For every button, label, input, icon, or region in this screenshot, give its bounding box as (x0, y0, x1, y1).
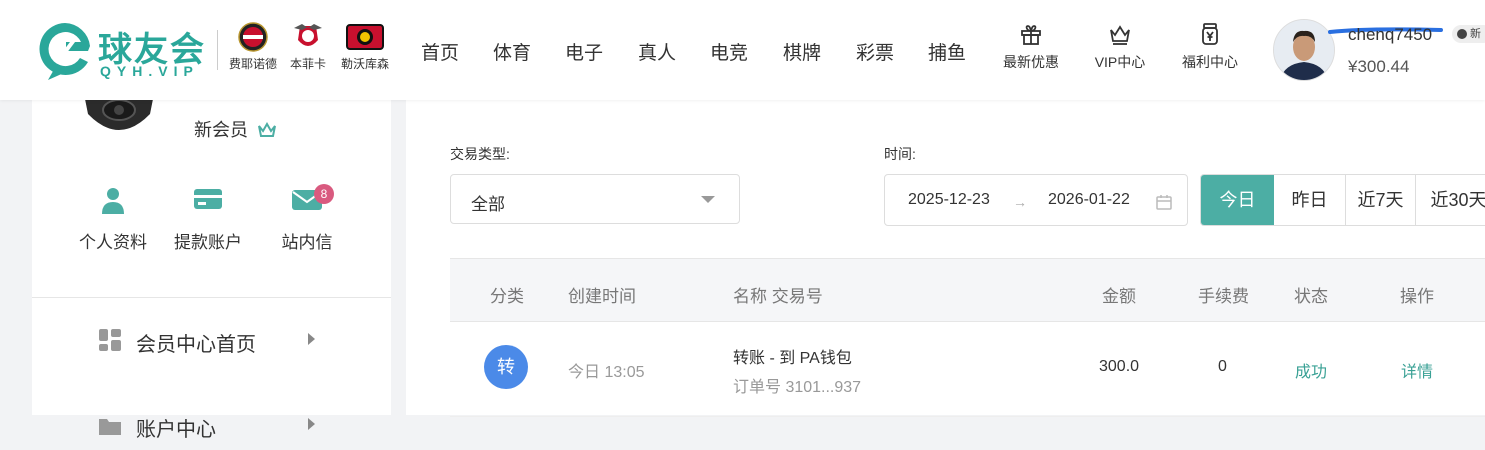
club-benfica[interactable]: 本菲卡 (278, 22, 338, 72)
category-badge: 转 (484, 345, 528, 389)
range-7days-button[interactable]: 近7天 (1346, 175, 1416, 225)
col-name-txn: 名称 交易号 (733, 287, 823, 306)
quick-withdraw-account[interactable]: 提款账户 (163, 186, 253, 253)
chevron-right-icon (308, 418, 315, 430)
quick-inbox[interactable]: 8 站内信 (262, 184, 352, 253)
row-amount: 300.0 (1099, 358, 1140, 375)
promotions-label: 最新优惠 (1003, 54, 1059, 70)
avatar[interactable] (1273, 19, 1335, 81)
crown-level-icon (258, 121, 276, 137)
benfica-crest-icon (294, 24, 322, 46)
card-icon (194, 189, 222, 209)
logo-mark-icon (39, 23, 90, 80)
club-label: 勒沃库森 (340, 57, 389, 71)
user-photo-icon (1274, 20, 1334, 80)
transaction-type-select[interactable]: 全部 (450, 174, 740, 224)
range-today-button[interactable]: 今日 (1201, 175, 1274, 225)
transaction-type-value: 全部 (471, 195, 505, 214)
quick-inbox-label: 站内信 (281, 233, 333, 252)
gift-icon (1021, 25, 1041, 45)
username: chenq7450 (1348, 25, 1433, 44)
nav-item-cards[interactable]: 棋牌 (783, 38, 821, 65)
quick-profile[interactable]: 个人资料 (68, 186, 158, 253)
sidebar-item-account-center[interactable]: 账户中心 (32, 400, 391, 450)
row-name: 转账 - 到 PA钱包 (733, 350, 852, 367)
badge-dot-icon (1457, 29, 1467, 39)
feyenoord-crest-icon (238, 22, 268, 52)
col-fee: 手续费 (1198, 287, 1249, 306)
brand-subtitle: QYH.VIP (100, 63, 199, 79)
new-badge[interactable]: 新 (1452, 25, 1485, 43)
member-emblem-icon (84, 94, 154, 130)
col-created-time: 创建时间 (568, 287, 636, 306)
date-end-input[interactable]: 2026-01-22 (1048, 191, 1130, 209)
nav-item-home[interactable]: 首页 (421, 38, 459, 65)
quick-range-group: 今日 昨日 近7天 近30天 (1200, 174, 1485, 226)
wallet-balance: ¥300.44 (1348, 57, 1410, 76)
row-detail-link[interactable]: 详情 (1401, 358, 1433, 382)
club-label: 费耶诺德 (228, 57, 277, 71)
vip-center-label: VIP中心 (1094, 54, 1146, 70)
quick-profile-label: 个人资料 (79, 233, 147, 252)
range-yesterday-button[interactable]: 昨日 (1274, 175, 1346, 225)
inbox-count-badge: 8 (314, 184, 334, 204)
folder-icon (99, 419, 121, 435)
club-label: 本菲卡 (289, 57, 326, 71)
sidebar-item-label: 会员中心首页 (136, 334, 256, 356)
col-status: 状态 (1294, 287, 1328, 306)
brand-logo[interactable]: 球友会 QYH.VIP (36, 20, 206, 82)
nav-item-slots[interactable]: 电子 (565, 38, 603, 65)
crown-icon (1110, 25, 1130, 45)
row-order-number: 订单号 3101...937 (733, 379, 862, 396)
yen-jar-icon (1202, 23, 1218, 45)
welfare-center-label: 福利中心 (1182, 54, 1238, 70)
club-leverkusen[interactable]: 勒沃库森 (335, 22, 395, 72)
col-action: 操作 (1400, 287, 1434, 306)
time-label: 时间: (884, 146, 916, 162)
member-level: 新会员 (194, 116, 277, 142)
date-range-picker[interactable]: 2025-12-23 → 2026-01-22 (884, 174, 1188, 226)
col-amount: 金额 (1102, 287, 1136, 306)
chevron-right-icon (308, 333, 315, 345)
date-start-input[interactable]: 2025-12-23 (908, 191, 990, 209)
table-row[interactable]: 转 今日 13:05 转账 - 到 PA钱包 订单号 3101...937 30… (450, 321, 1485, 417)
leverkusen-crest-icon (346, 24, 384, 50)
vip-center-link[interactable]: VIP中心 (1075, 22, 1165, 72)
member-sidebar: 新会员 个人资料 提款账户 8 站内信 会员中心首页 账户中心 (32, 94, 391, 441)
transaction-type-label: 交易类型: (450, 146, 510, 162)
member-level-label: 新会员 (194, 120, 248, 140)
new-badge-label: 新 (1470, 28, 1481, 40)
row-created-time: 今日 13:05 (568, 364, 645, 381)
nav-item-lottery[interactable]: 彩票 (856, 38, 894, 65)
row-fee: 0 (1218, 358, 1227, 375)
dashboard-icon (99, 329, 121, 351)
arrow-right-icon: → (1013, 194, 1027, 210)
quick-withdraw-label: 提款账户 (174, 233, 242, 252)
calendar-icon (1156, 195, 1172, 210)
nav-item-live[interactable]: 真人 (638, 38, 676, 65)
sidebar-item-member-home[interactable]: 会员中心首页 (32, 315, 391, 365)
chevron-down-icon (701, 196, 715, 203)
welfare-center-link[interactable]: 福利中心 (1165, 22, 1255, 72)
transaction-panel: 交易类型: 全部 时间: 2025-12-23 → 2026-01-22 今日 … (406, 100, 1485, 417)
sidebar-divider (32, 297, 391, 298)
row-status: 成功 (1295, 364, 1328, 381)
header-separator (217, 30, 218, 70)
promotions-link[interactable]: 最新优惠 (986, 22, 1076, 72)
table-header: 分类 创建时间 名称 交易号 金额 手续费 状态 操作 (450, 258, 1485, 322)
top-header: 球友会 QYH.VIP 费耶诺德 本菲卡 勒沃库森 首页 体育 电子 真人 电竞… (0, 0, 1485, 100)
nav-item-fishing[interactable]: 捕鱼 (928, 38, 966, 65)
user-icon (102, 188, 124, 214)
sidebar-item-label: 账户中心 (136, 419, 216, 441)
range-30days-button[interactable]: 近30天 (1416, 175, 1485, 225)
nav-item-sports[interactable]: 体育 (493, 38, 531, 65)
club-feyenoord[interactable]: 费耶诺德 (223, 22, 283, 72)
col-category: 分类 (490, 287, 524, 306)
nav-item-esports[interactable]: 电竞 (710, 38, 748, 65)
